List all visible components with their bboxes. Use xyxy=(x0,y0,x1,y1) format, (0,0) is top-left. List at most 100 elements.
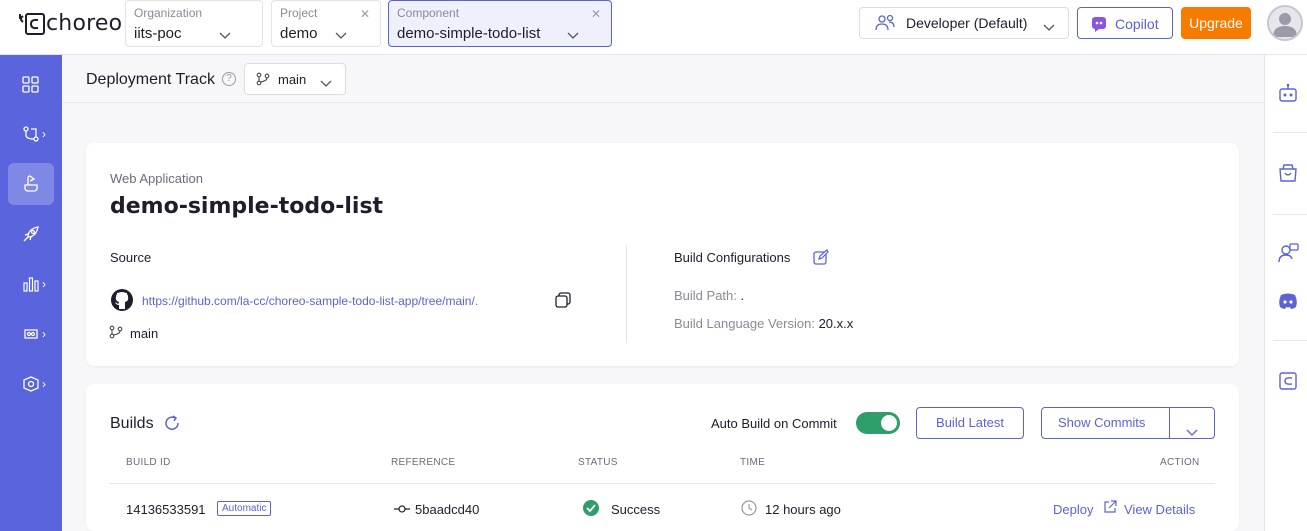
nav-deploy[interactable] xyxy=(8,213,54,255)
show-commits-button[interactable]: Show Commits xyxy=(1041,407,1215,439)
build-language-row: Build Language Version: 20.x.x xyxy=(674,316,853,331)
refresh-icon[interactable] xyxy=(163,414,181,437)
component-type: Web Application xyxy=(110,171,203,186)
build-language-label: Build Language Version: xyxy=(674,316,815,331)
source-branch: main xyxy=(130,326,159,341)
nav-build[interactable] xyxy=(8,163,54,205)
builds-card: Builds Auto Build on Commit Build Latest… xyxy=(86,384,1239,531)
build-id: 14136533591 xyxy=(126,502,206,517)
component-label: Component xyxy=(397,6,460,20)
check-circle-icon xyxy=(583,500,599,521)
marketplace-icon[interactable] xyxy=(1277,162,1299,184)
builds-title: Builds xyxy=(110,415,154,432)
organization-label: Organization xyxy=(134,6,203,20)
component-name: demo-simple-todo-list xyxy=(110,194,384,219)
chevron-right-icon: › xyxy=(42,377,46,391)
chevron-down-icon xyxy=(334,27,348,39)
branch-icon xyxy=(256,72,270,91)
support-icon[interactable] xyxy=(1277,242,1299,264)
branches-icon xyxy=(23,126,39,142)
choreo-logo-icon xyxy=(16,11,46,35)
bar-chart-icon xyxy=(23,277,39,292)
build-icon xyxy=(24,175,38,192)
upgrade-button[interactable]: Upgrade xyxy=(1181,7,1251,39)
avatar[interactable] xyxy=(1267,5,1303,41)
copilot-button[interactable]: Copilot xyxy=(1077,7,1173,39)
left-nav: › › › › xyxy=(0,55,62,531)
users-icon xyxy=(874,13,896,38)
component-selector[interactable]: Component ✕ demo-simple-todo-list xyxy=(388,0,612,47)
commit-icon xyxy=(394,502,410,521)
component-value: demo-simple-todo-list xyxy=(397,25,541,42)
project-selector[interactable]: Project ✕ demo xyxy=(271,0,381,47)
column-header-status: STATUS xyxy=(578,457,618,468)
logo-text: choreo xyxy=(46,10,123,36)
choreo-logo[interactable]: choreo xyxy=(16,10,122,36)
chevron-right-icon: › xyxy=(42,127,46,141)
column-header-time: TIME xyxy=(740,457,766,468)
clock-icon xyxy=(741,500,757,521)
chevron-right-icon: › xyxy=(42,327,46,341)
external-link-icon[interactable] xyxy=(1103,500,1117,519)
build-path-value: . xyxy=(740,288,745,303)
right-rail xyxy=(1264,55,1307,531)
deployment-track-title: Deployment Track xyxy=(86,71,215,88)
rail-divider xyxy=(1273,214,1307,215)
nav-settings[interactable]: › xyxy=(8,363,54,405)
rail-divider xyxy=(1273,132,1307,133)
deploy-link[interactable]: Deploy xyxy=(1053,502,1093,517)
chevron-down-icon[interactable] xyxy=(1185,418,1199,448)
view-details-link[interactable]: View Details xyxy=(1124,502,1195,517)
table-header-divider xyxy=(110,483,1215,484)
clear-component-icon[interactable]: ✕ xyxy=(591,7,601,21)
branch-selector[interactable]: main xyxy=(244,63,346,95)
build-configurations-title: Build Configurations xyxy=(674,250,791,265)
chevron-right-icon: › xyxy=(42,277,46,291)
chevron-down-icon xyxy=(319,75,333,93)
build-language-value: 20.x.x xyxy=(818,316,854,331)
chevron-down-icon xyxy=(1042,19,1056,37)
role-value: Developer (Default) xyxy=(906,15,1028,31)
copilot-label: Copilot xyxy=(1115,16,1159,32)
deployment-track-bar: Deployment Track ? main xyxy=(62,55,1264,103)
role-selector[interactable]: Developer (Default) xyxy=(859,7,1069,39)
nav-develop[interactable]: › xyxy=(8,113,54,155)
copilot-icon xyxy=(1091,16,1107,37)
build-time: 12 hours ago xyxy=(765,502,841,517)
nav-observability[interactable]: › xyxy=(8,263,54,305)
discord-icon[interactable] xyxy=(1277,290,1299,312)
branch-icon xyxy=(109,325,123,344)
source-title: Source xyxy=(110,250,152,265)
rocket-icon xyxy=(23,226,39,242)
build-path-label: Build Path: xyxy=(674,288,737,303)
button-divider xyxy=(1169,408,1170,438)
settings-icon xyxy=(23,376,39,392)
auto-build-toggle[interactable] xyxy=(856,412,900,434)
nav-overview[interactable] xyxy=(8,64,54,106)
clear-project-icon[interactable]: ✕ xyxy=(360,7,370,21)
project-label: Project xyxy=(280,6,318,20)
build-latest-button[interactable]: Build Latest xyxy=(916,407,1024,439)
organization-selector[interactable]: Organization iits-poc xyxy=(125,0,263,47)
component-overview-card: Web Application demo-simple-todo-list So… xyxy=(86,143,1239,366)
column-header-reference: REFERENCE xyxy=(391,457,456,468)
auto-build-label: Auto Build on Commit xyxy=(711,416,837,431)
repository-link[interactable]: https://github.com/la-cc/choreo-sample-t… xyxy=(142,294,478,308)
divider xyxy=(626,245,627,343)
rail-divider xyxy=(1273,340,1307,341)
nav-test[interactable]: › xyxy=(8,313,54,355)
show-commits-label: Show Commits xyxy=(1058,415,1146,430)
trigger-badge: Automatic xyxy=(217,501,272,516)
branch-value: main xyxy=(278,72,307,87)
help-icon[interactable]: ? xyxy=(222,72,236,86)
chevron-down-icon xyxy=(218,27,232,39)
build-status: Success xyxy=(611,502,661,517)
copy-icon[interactable] xyxy=(555,292,571,313)
project-value: demo xyxy=(280,25,318,42)
commit-reference[interactable]: 5baadcd40 xyxy=(415,502,479,517)
edit-icon[interactable] xyxy=(813,249,829,270)
chevron-down-icon xyxy=(566,27,580,39)
organization-value: iits-poc xyxy=(134,25,182,42)
bot-icon[interactable] xyxy=(1277,82,1299,104)
choreo-docs-icon[interactable] xyxy=(1277,370,1299,392)
